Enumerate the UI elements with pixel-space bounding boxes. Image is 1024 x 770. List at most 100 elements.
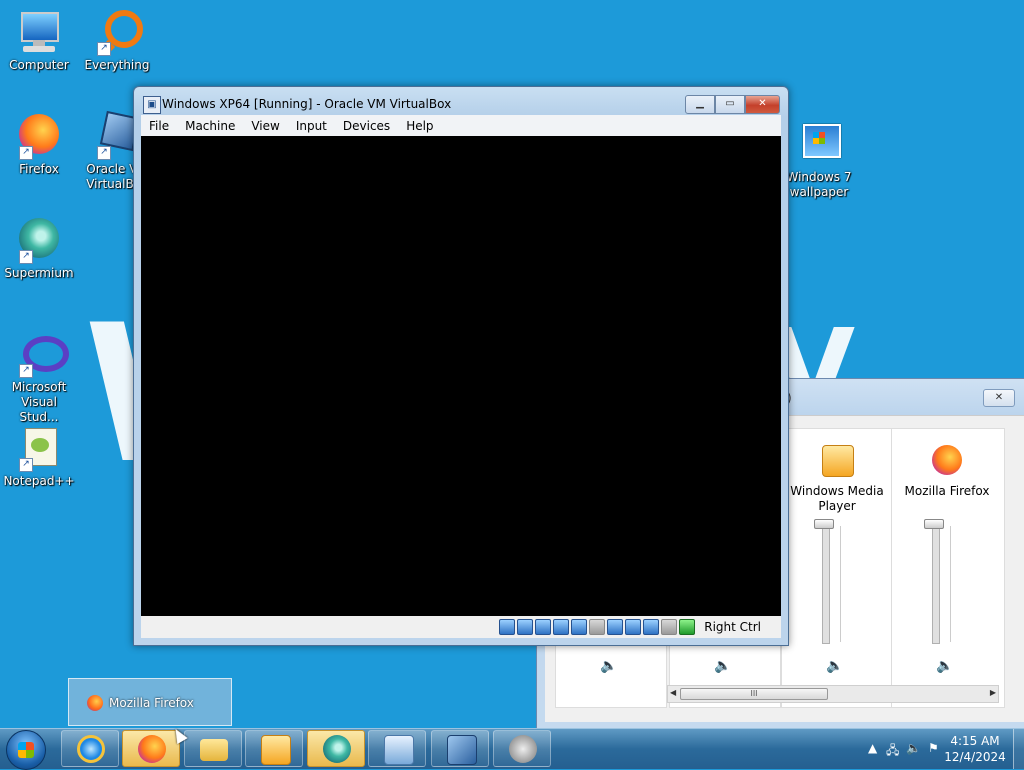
taskbar-task-manager[interactable]: [368, 730, 426, 767]
host-key-label: Right Ctrl: [704, 620, 761, 634]
vt-x-indicator-icon[interactable]: [643, 619, 659, 635]
desktop-icon-computer[interactable]: Computer: [0, 8, 78, 73]
computer-icon: [15, 8, 63, 56]
taskbar-volume-mixer[interactable]: [493, 730, 551, 767]
mixer-channel-firefox: Mozilla Firefox 🔈: [891, 428, 1005, 708]
taskbar-thumbnail-firefox[interactable]: Mozilla Firefox: [68, 678, 232, 726]
speaker-mute-button[interactable]: 🔈: [600, 658, 617, 674]
desktop-icon-notepadpp[interactable]: ↗ Notepad++: [0, 424, 78, 489]
desktop-icon-firefox[interactable]: ↗ Firefox: [0, 112, 78, 177]
network-indicator-icon[interactable]: [553, 619, 569, 635]
clock[interactable]: 4:15 AM 12/4/2024: [940, 733, 1010, 765]
shared-folders-indicator-icon[interactable]: [589, 619, 605, 635]
supermium-icon: ↗: [15, 216, 63, 264]
windows-media-player-icon: [822, 445, 854, 477]
desktop-icon-everything[interactable]: ↗ Everything: [78, 8, 156, 73]
speaker-mute-button[interactable]: 🔈: [714, 658, 731, 674]
taskbar-file-explorer[interactable]: [184, 730, 242, 767]
scrollbar-thumb[interactable]: III: [680, 688, 828, 700]
mixer-close-button[interactable]: ✕: [983, 389, 1015, 407]
menu-file[interactable]: File: [141, 119, 177, 133]
scroll-left-arrow-icon[interactable]: ◀: [670, 688, 676, 697]
usb-indicator-icon[interactable]: [571, 619, 587, 635]
clock-date: 12/4/2024: [944, 750, 1006, 764]
desktop-icon-label: Everything: [84, 58, 150, 72]
shortcut-arrow-icon: ↗: [19, 364, 33, 378]
folder-icon: [200, 739, 228, 761]
menu-view[interactable]: View: [243, 119, 287, 133]
scroll-right-arrow-icon[interactable]: ▶: [990, 688, 996, 697]
shortcut-arrow-icon: ↗: [19, 146, 33, 160]
taskbar-supermium[interactable]: [307, 730, 365, 767]
notepadpp-icon: ↗: [15, 424, 63, 472]
slider-ticks: [950, 526, 959, 642]
show-desktop-button[interactable]: [1013, 729, 1024, 769]
mixer-app-label: Mozilla Firefox: [904, 484, 990, 498]
desktop-icon-label: Supermium: [4, 266, 74, 280]
shortcut-arrow-icon: ↗: [97, 146, 111, 160]
window-title: Windows XP64 [Running] - Oracle VM Virtu…: [162, 97, 452, 111]
display-indicator-icon[interactable]: [607, 619, 623, 635]
desktop-icon-label: Microsoft Visual Stud...: [11, 380, 67, 424]
desktop-icon-win7-wallpaper[interactable]: Windows 7 wallpaper: [780, 120, 858, 200]
shortcut-arrow-icon: ↗: [19, 458, 33, 472]
show-hidden-icons-button[interactable]: ▲: [868, 741, 877, 755]
menu-help[interactable]: Help: [398, 119, 441, 133]
computer-management-icon: [384, 735, 414, 765]
visual-studio-icon: ↗: [15, 330, 69, 378]
firefox-icon: [138, 735, 166, 763]
desktop-icon-supermium[interactable]: ↗ Supermium: [0, 216, 78, 281]
volume-slider-thumb[interactable]: [814, 519, 834, 529]
internet-explorer-icon: [77, 735, 105, 763]
virtualbox-xp-icon: [447, 735, 477, 765]
optical-drive-indicator-icon[interactable]: [517, 619, 533, 635]
virtualbox-window-icon: ▣: [143, 96, 161, 114]
menu-input[interactable]: Input: [288, 119, 335, 133]
menu-machine[interactable]: Machine: [177, 119, 243, 133]
desktop-icon-visual-studio[interactable]: ↗ Microsoft Visual Stud...: [0, 330, 78, 425]
menu-devices[interactable]: Devices: [335, 119, 398, 133]
desktop-icon-label: Firefox: [19, 162, 59, 176]
vm-display[interactable]: [141, 136, 781, 616]
action-center-flag-icon[interactable]: ⚑: [928, 741, 939, 755]
firefox-icon: ↗: [15, 112, 63, 160]
volume-slider-track[interactable]: [932, 526, 940, 644]
audio-indicator-icon[interactable]: [535, 619, 551, 635]
minimize-button[interactable]: ▁: [685, 95, 715, 114]
volume-icon[interactable]: 🔈: [906, 741, 921, 755]
maximize-button[interactable]: ▭: [715, 95, 745, 114]
vm-status-bar: Right Ctrl: [141, 616, 781, 638]
keyboard-capture-indicator-icon[interactable]: [679, 619, 695, 635]
supermium-icon: [323, 735, 351, 763]
menu-bar: File Machine View Input Devices Help: [141, 115, 781, 136]
start-button[interactable]: [6, 730, 46, 770]
thumbnail-label: Mozilla Firefox: [109, 696, 194, 710]
image-file-icon: [795, 120, 843, 168]
shortcut-arrow-icon: ↗: [97, 42, 111, 56]
taskbar-firefox[interactable]: [122, 730, 180, 767]
speaker-mute-button[interactable]: 🔈: [826, 658, 843, 674]
taskbar: ▲ 🖧 🔈 ⚑ 4:15 AM 12/4/2024: [0, 728, 1024, 770]
desktop-icon-label: Windows 7 wallpaper: [786, 170, 852, 199]
mixer-app-label: Windows Media Player: [790, 484, 884, 513]
volume-slider-track[interactable]: [822, 526, 830, 644]
window-controls: ▁ ▭ ✕: [685, 95, 780, 114]
taskbar-virtualbox-xp64[interactable]: [431, 730, 489, 767]
slider-ticks: [840, 526, 849, 642]
volume-slider-thumb[interactable]: [924, 519, 944, 529]
mixer-horizontal-scrollbar[interactable]: ◀ III ▶: [667, 685, 999, 703]
close-button[interactable]: ✕: [745, 95, 780, 114]
speaker-mute-button[interactable]: 🔈: [936, 658, 953, 674]
system-tray: ▲ 🖧 🔈 ⚑ 4:15 AM 12/4/2024: [834, 729, 1024, 769]
windows-logo-icon: [18, 742, 34, 758]
hard-disk-indicator-icon[interactable]: [499, 619, 515, 635]
everything-icon: ↗: [93, 8, 143, 56]
mouse-integration-indicator-icon[interactable]: [661, 619, 677, 635]
shortcut-arrow-icon: ↗: [19, 250, 33, 264]
desktop-icon-label: Notepad++: [3, 474, 75, 488]
taskbar-media-player[interactable]: [245, 730, 303, 767]
taskbar-internet-explorer[interactable]: [61, 730, 119, 767]
desktop-icon-label: Computer: [9, 58, 69, 72]
recording-indicator-icon[interactable]: [625, 619, 641, 635]
network-icon[interactable]: 🖧: [886, 741, 899, 762]
